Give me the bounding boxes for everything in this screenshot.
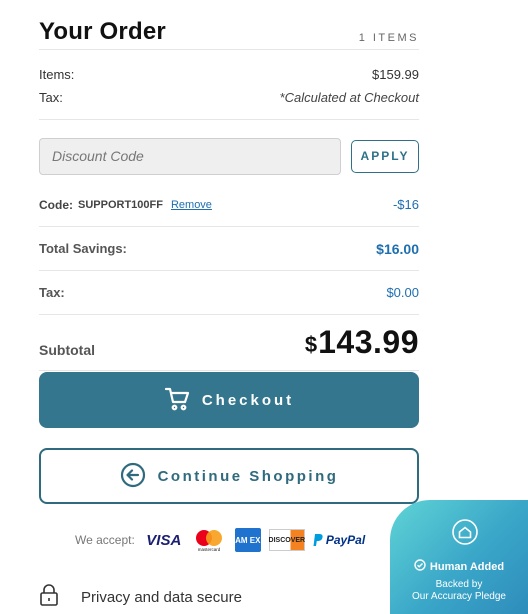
human-added-badge[interactable]: Human Added Backed by Our Accuracy Pledg… — [390, 500, 528, 614]
total-savings-row: Total Savings: $16.00 — [39, 227, 419, 271]
code-label: Code: — [39, 197, 73, 212]
discount-section: APPLY — [39, 129, 419, 183]
checkout-button[interactable]: Checkout — [39, 372, 419, 428]
items-label: Items: — [39, 67, 75, 82]
cart-icon — [164, 386, 190, 415]
checkout-label: Checkout — [201, 391, 295, 409]
privacy-notice: Privacy and data secure — [39, 583, 242, 612]
tax-row: Tax: $0.00 — [39, 271, 419, 315]
tax-estimate-row: Tax: *Calculated at Checkout — [39, 86, 419, 109]
items-count: 1 ITEMS — [358, 32, 419, 44]
badge-title-row: Human Added — [390, 559, 528, 574]
tax-label: Tax: — [39, 285, 65, 300]
order-panel: Your Order 1 ITEMS Items: $159.99 Tax: *… — [39, 0, 419, 371]
order-summary: Items: $159.99 Tax: *Calculated at Check… — [39, 50, 419, 120]
tax-estimate-value: *Calculated at Checkout — [279, 90, 419, 105]
order-header: Your Order 1 ITEMS — [39, 0, 419, 50]
badge-subtitle: Backed by Our Accuracy Pledge — [390, 579, 528, 603]
visa-icon: VISA — [146, 531, 182, 549]
mastercard-icon: mastercard — [191, 528, 227, 552]
total-savings-value: $16.00 — [376, 240, 419, 257]
check-circle-icon — [414, 559, 426, 574]
payment-methods: We accept: VISA mastercard AM EX DISCOVE… — [75, 528, 365, 552]
continue-shopping-label: Continue Shopping — [157, 467, 339, 485]
mastercard-text: mastercard — [198, 547, 221, 552]
home-shield-icon — [451, 519, 479, 550]
page-title: Your Order — [39, 18, 166, 45]
discover-icon: DISCOVER — [269, 529, 305, 551]
privacy-text: Privacy and data secure — [81, 589, 242, 606]
continue-shopping-button[interactable]: Continue Shopping — [39, 448, 419, 504]
tax-estimate-label: Tax: — [39, 90, 63, 105]
arrow-left-circle-icon — [120, 462, 146, 491]
discount-code-input[interactable] — [39, 137, 341, 175]
code-value: SUPPORT100FF — [78, 198, 163, 211]
code-discount-amount: -$16 — [392, 197, 419, 212]
paypal-icon: PayPal — [313, 528, 365, 552]
applied-code-info: Code: SUPPORT100FF Remove — [39, 198, 212, 212]
lock-icon — [39, 583, 59, 612]
subtotal-row: Subtotal $ 143.99 — [39, 315, 419, 371]
subtotal-amount: $ 143.99 — [305, 324, 419, 361]
badge-title: Human Added — [429, 560, 505, 573]
remove-code-link[interactable]: Remove — [171, 199, 212, 211]
badge-line-2: Our Accuracy Pledge — [412, 591, 506, 602]
subtotal-value: 143.99 — [318, 324, 419, 360]
tax-value: $0.00 — [386, 285, 419, 300]
applied-code-row: Code: SUPPORT100FF Remove -$16 — [39, 183, 419, 227]
amex-icon: AM EX — [234, 528, 261, 552]
subtotal-currency: $ — [304, 332, 318, 357]
items-row: Items: $159.99 — [39, 63, 419, 86]
paypal-text: PayPal — [325, 533, 366, 547]
total-savings-label: Total Savings: — [39, 241, 127, 256]
we-accept-label: We accept: — [75, 533, 135, 547]
items-value: $159.99 — [372, 67, 419, 82]
apply-button[interactable]: APPLY — [351, 139, 419, 173]
subtotal-label: Subtotal — [39, 341, 95, 358]
badge-line-1: Backed by — [435, 579, 483, 590]
